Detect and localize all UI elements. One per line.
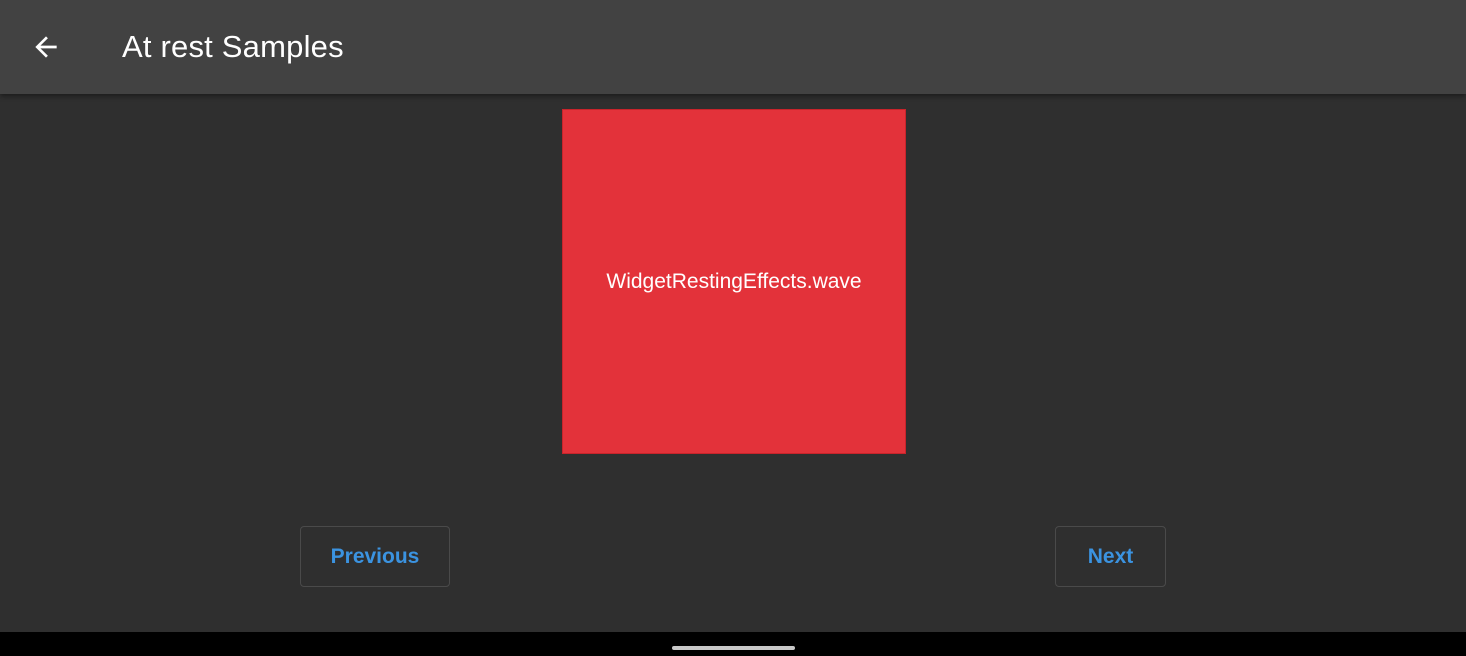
page-title: At rest Samples <box>122 29 344 64</box>
sample-label: WidgetRestingEffects.wave <box>606 269 862 293</box>
app-bar: At rest Samples <box>0 0 1466 94</box>
next-button[interactable]: Next <box>1055 526 1166 587</box>
home-indicator[interactable] <box>672 646 795 650</box>
sample-content: WidgetRestingEffects.wave Previous Next <box>0 94 1466 632</box>
system-navigation-bar <box>0 632 1466 656</box>
sample-widget: WidgetRestingEffects.wave <box>562 109 906 454</box>
previous-button[interactable]: Previous <box>300 526 450 587</box>
arrow-back-icon <box>35 36 57 58</box>
back-button[interactable] <box>18 19 74 75</box>
